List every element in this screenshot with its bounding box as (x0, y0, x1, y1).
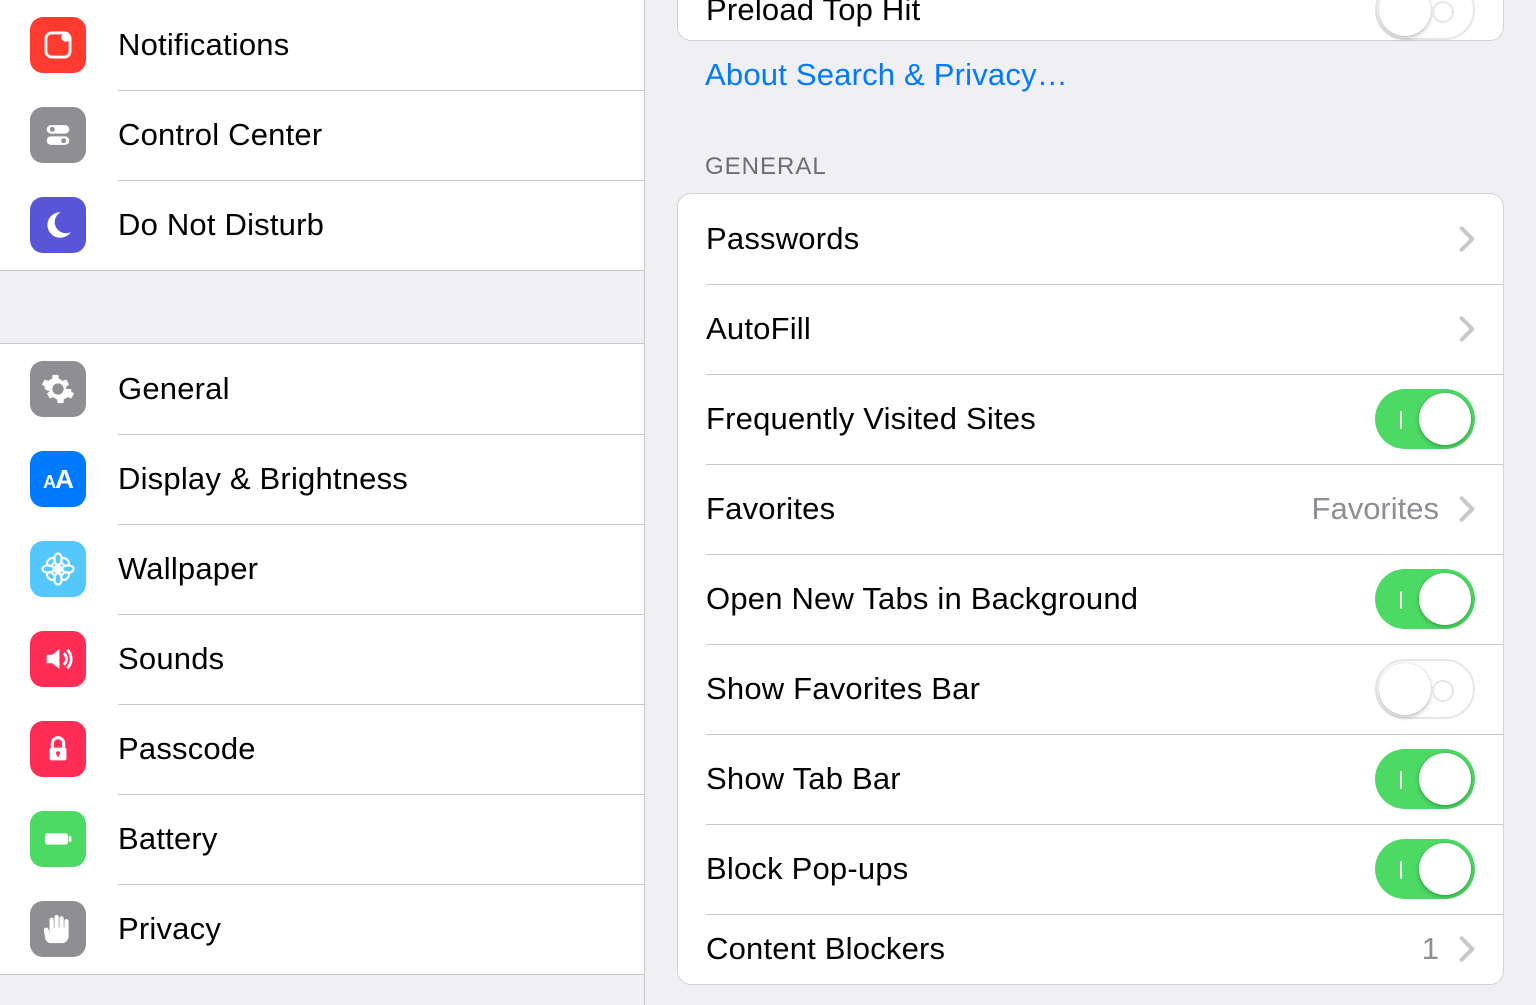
row-value: 1 (1422, 931, 1439, 967)
row-show-tab-bar[interactable]: Show Tab Bar (678, 734, 1503, 824)
sidebar-item-passcode[interactable]: Passcode (0, 704, 644, 794)
row-block-pop-ups[interactable]: Block Pop-ups (678, 824, 1503, 914)
toggle-show-tab-bar[interactable] (1375, 749, 1475, 809)
flower-icon (30, 541, 86, 597)
row-passwords[interactable]: Passwords (678, 194, 1503, 284)
link-text: About Search & Privacy… (705, 57, 1068, 92)
chevron-right-icon (1459, 935, 1475, 963)
moon-icon (30, 197, 86, 253)
row-label: Show Favorites Bar (706, 671, 1375, 707)
sidebar-item-label: Passcode (118, 731, 256, 767)
sidebar-item-battery[interactable]: Battery (0, 794, 644, 884)
sidebar-item-general[interactable]: General (0, 344, 644, 434)
detail-pane: Preload Top Hit About Search & Privacy… … (645, 0, 1536, 1005)
toggle-frequently-visited-sites[interactable] (1375, 389, 1475, 449)
sidebar-item-label: General (118, 371, 230, 407)
sidebar-item-sounds[interactable]: Sounds (0, 614, 644, 704)
row-show-favorites-bar[interactable]: Show Favorites Bar (678, 644, 1503, 734)
lock-icon (30, 721, 86, 777)
sidebar-item-label: Battery (118, 821, 218, 857)
chevron-right-icon (1459, 225, 1475, 253)
section-header-general: GENERAL (645, 103, 1536, 193)
row-label: Content Blockers (706, 931, 1422, 967)
sidebar-gap (0, 271, 644, 343)
sidebar-item-label: Control Center (118, 117, 322, 153)
row-favorites[interactable]: FavoritesFavorites (678, 464, 1503, 554)
sidebar-group-1: Notifications Control Center Do Not Dist… (0, 0, 644, 271)
row-label: Frequently Visited Sites (706, 401, 1375, 437)
row-value: Favorites (1312, 491, 1439, 527)
aa-icon: AA (30, 451, 86, 507)
sidebar-item-wallpaper[interactable]: Wallpaper (0, 524, 644, 614)
sidebar-item-label: Do Not Disturb (118, 207, 324, 243)
search-card: Preload Top Hit (677, 0, 1504, 41)
chevron-right-icon (1459, 315, 1475, 343)
sidebar-item-label: Privacy (118, 911, 221, 947)
toggle-block-pop-ups[interactable] (1375, 839, 1475, 899)
sidebar-group-2: General AA Display & Brightness Wallpape… (0, 343, 644, 975)
sidebar-item-do-not-disturb[interactable]: Do Not Disturb (0, 180, 644, 270)
toggle-open-new-tabs-in-background[interactable] (1375, 569, 1475, 629)
sidebar-item-control-center[interactable]: Control Center (0, 90, 644, 180)
chevron-right-icon (1459, 495, 1475, 523)
row-preload-top-hit: Preload Top Hit (678, 0, 1503, 40)
notifications-icon (30, 17, 86, 73)
general-card: Passwords AutoFill Frequently Visited Site… (677, 193, 1504, 985)
row-label: Open New Tabs in Background (706, 581, 1375, 617)
row-content-blockers[interactable]: Content Blockers1 (678, 914, 1503, 984)
row-frequently-visited-sites[interactable]: Frequently Visited Sites (678, 374, 1503, 464)
gear-icon (30, 361, 86, 417)
row-autofill[interactable]: AutoFill (678, 284, 1503, 374)
hand-icon (30, 901, 86, 957)
sidebar-item-label: Display & Brightness (118, 461, 408, 497)
sidebar-item-label: Wallpaper (118, 551, 258, 587)
toggle-show-favorites-bar[interactable] (1375, 659, 1475, 719)
row-label: Passwords (706, 221, 1451, 257)
row-label: AutoFill (706, 311, 1451, 347)
row-label: Block Pop-ups (706, 851, 1375, 887)
row-open-new-tabs-in-background[interactable]: Open New Tabs in Background (678, 554, 1503, 644)
row-label: Show Tab Bar (706, 761, 1375, 797)
battery-icon (30, 811, 86, 867)
row-label: Preload Top Hit (706, 0, 1375, 28)
speaker-icon (30, 631, 86, 687)
sidebar-item-privacy[interactable]: Privacy (0, 884, 644, 974)
sidebar-item-display-brightness[interactable]: AA Display & Brightness (0, 434, 644, 524)
row-label: Favorites (706, 491, 1312, 527)
sidebar-item-label: Sounds (118, 641, 224, 677)
control-center-icon (30, 107, 86, 163)
about-search-privacy-link[interactable]: About Search & Privacy… (645, 41, 1536, 103)
sidebar-item-label: Notifications (118, 27, 289, 63)
toggle-preload-top-hit[interactable] (1375, 0, 1475, 40)
settings-sidebar: Notifications Control Center Do Not Dist… (0, 0, 645, 1005)
sidebar-item-notifications[interactable]: Notifications (0, 0, 644, 90)
